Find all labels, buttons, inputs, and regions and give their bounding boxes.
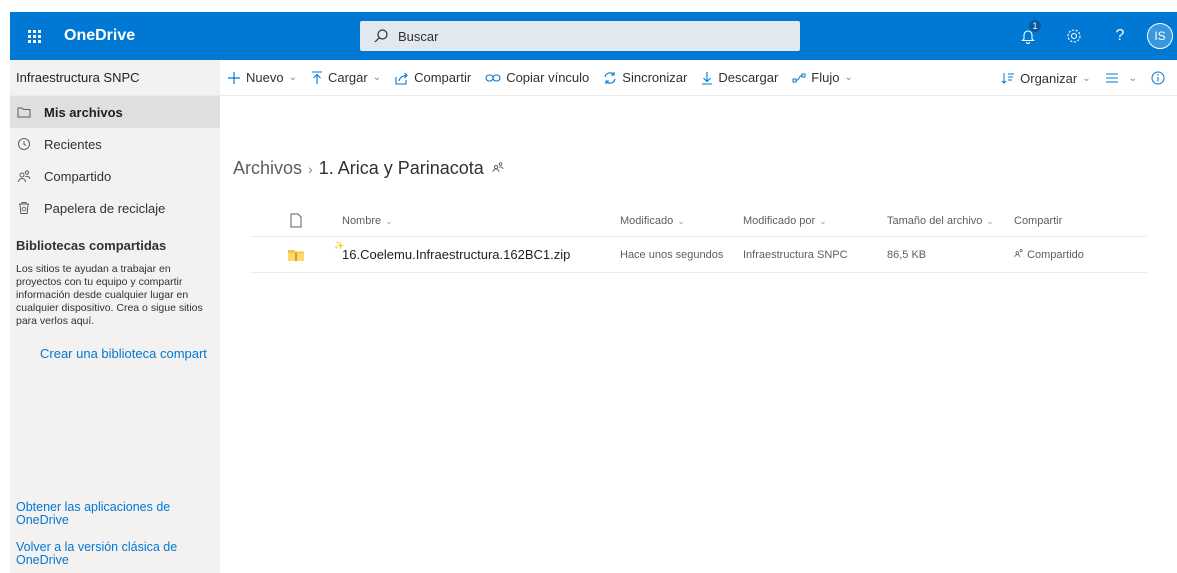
sync-label: Sincronizar (622, 70, 688, 85)
sort-button[interactable]: Organizar ⌄ (994, 60, 1097, 96)
classic-version-link[interactable]: Volver a la versión clásica de OneDrive (16, 541, 211, 567)
waffle-icon (27, 29, 41, 43)
sidebar-item-compartido[interactable]: Compartido (10, 160, 220, 192)
column-header-modified-by[interactable]: Modificado por ⌄ (743, 215, 887, 227)
chevron-down-icon: ⌄ (986, 215, 994, 226)
new-button[interactable]: Nuevo ⌄ (220, 60, 304, 96)
clock-icon (16, 137, 32, 151)
chevron-right-icon: › (308, 160, 313, 177)
app-launcher-button[interactable] (10, 12, 58, 60)
chevron-down-icon: ⌄ (1128, 72, 1137, 84)
chevron-down-icon: ⌄ (844, 72, 853, 83)
sharing-label: Compartido (1027, 249, 1084, 261)
command-bar: Nuevo ⌄ Cargar ⌄ Compartir Copiar víncul… (220, 60, 1177, 96)
chevron-down-icon: ⌄ (1082, 72, 1091, 84)
table-row[interactable]: ✨ 16.Coelemu.Infraestructura.162BC1.zip … (250, 237, 1147, 273)
account-button[interactable]: IS (1143, 12, 1177, 60)
gear-icon (1067, 29, 1081, 43)
avatar: IS (1147, 23, 1173, 49)
top-bar: OneDrive Buscar 1 ? IS (10, 12, 1177, 60)
sidebar-item-label: Compartido (44, 168, 112, 184)
plus-icon (227, 71, 241, 85)
search-placeholder: Buscar (398, 28, 439, 44)
search-input[interactable]: Buscar (360, 21, 800, 51)
file-modified: Hace unos segundos (620, 248, 724, 261)
sidebar-item-mis-archivos[interactable]: Mis archivos (10, 96, 220, 128)
search-icon (374, 29, 388, 43)
column-header-size[interactable]: Tamaño del archivo ⌄ (887, 215, 1014, 227)
breadcrumb-current: 1. Arica y Parinacota (318, 158, 484, 178)
breadcrumb-root[interactable]: Archivos (233, 158, 302, 179)
share-icon (395, 71, 409, 85)
chevron-down-icon: ⌄ (288, 72, 297, 83)
file-name[interactable]: ✨ 16.Coelemu.Infraestructura.162BC1.zip (334, 241, 620, 262)
flow-icon (792, 72, 806, 84)
info-icon (1151, 71, 1165, 85)
new-label: Nuevo (246, 70, 284, 85)
sidebar-item-label: Recientes (44, 136, 102, 152)
create-library-link[interactable]: Crear una biblioteca compart (10, 328, 220, 361)
chevron-down-icon: ⌄ (385, 215, 393, 226)
copy-link-label: Copiar vínculo (506, 70, 590, 85)
app-name[interactable]: OneDrive (64, 27, 135, 45)
shared-people-icon (492, 161, 504, 176)
get-apps-link[interactable]: Obtener las aplicaciones de OneDrive (16, 501, 211, 527)
document-icon (290, 213, 302, 228)
file-type-header[interactable] (250, 213, 342, 228)
file-list-header: Nombre ⌄ Modificado ⌄ Modificado por ⌄ Tama… (250, 205, 1147, 237)
file-size: 86,5 KB (887, 248, 927, 261)
sidebar-item-label: Mis archivos (44, 104, 123, 120)
list-view-icon (1105, 73, 1119, 83)
recycle-bin-icon (16, 201, 32, 215)
zip-file-icon (250, 249, 342, 261)
folder-icon (16, 106, 32, 118)
column-header-modified[interactable]: Modificado ⌄ (620, 215, 743, 227)
download-button[interactable]: Descargar (694, 60, 785, 96)
flow-button[interactable]: Flujo ⌄ (785, 60, 860, 96)
notification-badge: 1 (1029, 20, 1041, 32)
shared-libraries-description: Los sitios te ayudan a trabajar en proye… (16, 263, 203, 327)
file-modified-by: Infraestructura SNPC (743, 248, 848, 261)
sync-button[interactable]: Sincronizar (596, 60, 694, 96)
download-icon (701, 71, 713, 85)
sidebar-item-recientes[interactable]: Recientes (10, 128, 220, 160)
notifications-button[interactable]: 1 (1005, 12, 1051, 60)
new-item-icon: ✨ (334, 241, 344, 250)
sort-label: Organizar (1020, 70, 1078, 86)
info-button[interactable] (1144, 60, 1177, 96)
sidebar-item-papelera[interactable]: Papelera de reciclaje (10, 192, 220, 224)
column-header-sharing[interactable]: Compartir (1014, 215, 1147, 227)
file-list: Nombre ⌄ Modificado ⌄ Modificado por ⌄ Tama… (250, 205, 1147, 273)
view-options-button[interactable]: ⌄ (1098, 60, 1144, 96)
chevron-down-icon: ⌄ (372, 72, 382, 83)
left-navigation: Infraestructura SNPC Mis archivos Recien… (10, 60, 220, 573)
breadcrumb: Archivos › 1. Arica y Parinacota (233, 158, 504, 179)
sort-icon (1001, 72, 1015, 84)
people-icon (16, 169, 32, 183)
upload-button[interactable]: Cargar ⌄ (304, 60, 388, 96)
help-button[interactable]: ? (1097, 12, 1143, 60)
flow-label: Flujo (811, 70, 840, 85)
copy-link-button[interactable]: Copiar vínculo (478, 60, 596, 96)
link-icon (485, 73, 501, 83)
upload-icon (311, 70, 323, 85)
download-label: Descargar (718, 70, 779, 85)
sidebar-item-label: Papelera de reciclaje (44, 200, 166, 216)
file-sharing-status[interactable]: Compartido (1014, 248, 1147, 261)
share-label: Compartir (414, 70, 472, 85)
settings-button[interactable] (1051, 12, 1097, 60)
upload-label: Cargar (327, 70, 368, 85)
shared-libraries-heading: Bibliotecas compartidas (16, 238, 167, 253)
share-button[interactable]: Compartir (388, 60, 478, 96)
shared-people-icon (1014, 249, 1023, 258)
help-icon: ? (1115, 27, 1125, 44)
file-name-text: 16.Coelemu.Infraestructura.162BC1.zip (342, 247, 571, 262)
column-header-name[interactable]: Nombre ⌄ (342, 215, 620, 227)
chevron-down-icon: ⌄ (819, 215, 827, 226)
chevron-down-icon: ⌄ (677, 215, 685, 226)
sync-icon (603, 71, 617, 85)
account-title: Infraestructura SNPC (10, 60, 220, 96)
